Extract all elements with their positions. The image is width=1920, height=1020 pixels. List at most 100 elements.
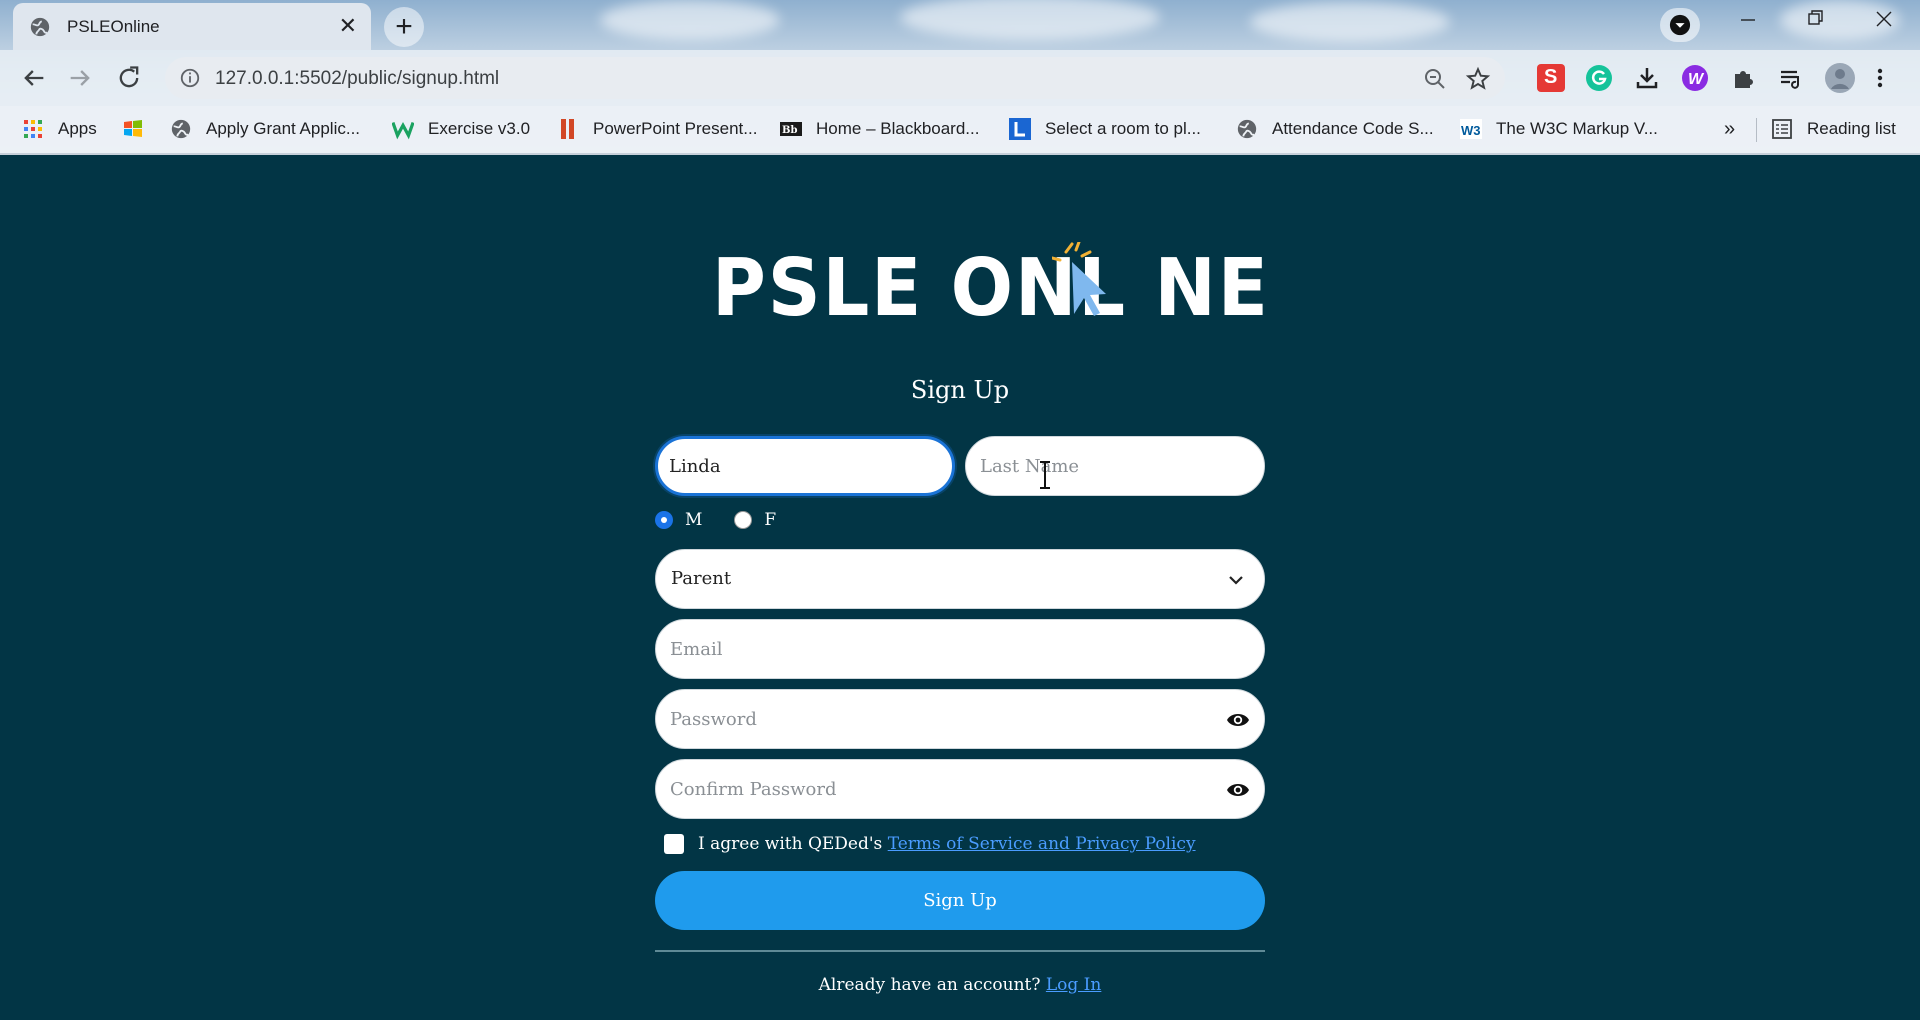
role-select-field[interactable]: Parent xyxy=(655,549,1265,609)
back-arrow-icon[interactable] xyxy=(20,64,48,92)
l-logo-icon xyxy=(1009,118,1031,140)
powerpoint-icon xyxy=(561,119,574,139)
terms-agreement-row: I agree with QEDed's Terms of Service an… xyxy=(664,832,1196,856)
psle-online-logo: PSLE ONL NE xyxy=(712,240,1268,336)
grammarly-icon[interactable] xyxy=(1585,64,1613,92)
puzzle-extensions-icon[interactable] xyxy=(1729,64,1757,92)
password-field[interactable] xyxy=(655,689,1265,749)
download-icon[interactable] xyxy=(1633,64,1661,92)
eye-icon[interactable] xyxy=(1226,709,1250,731)
cursor-click-icon xyxy=(1052,242,1106,316)
globe-icon xyxy=(1237,119,1257,139)
close-tab-icon[interactable]: ✕ xyxy=(339,15,357,37)
form-divider xyxy=(655,950,1265,952)
bookmark-label: PowerPoint Present... xyxy=(593,119,758,138)
w-logo-icon xyxy=(392,121,414,140)
last-name-field[interactable] xyxy=(965,436,1265,496)
avatar[interactable] xyxy=(1824,62,1856,94)
gender-label-m: M xyxy=(685,510,703,530)
bookmark-windows[interactable] xyxy=(122,116,144,142)
svg-text:W3: W3 xyxy=(1461,123,1481,138)
chevron-down-circle-icon xyxy=(1669,14,1691,36)
bookmark-label: Exercise v3.0 xyxy=(428,119,531,138)
globe-icon xyxy=(30,17,50,37)
gender-radio-m[interactable] xyxy=(655,511,673,529)
url-text: 127.0.0.1:5502/public/signup.html xyxy=(215,68,500,89)
text-cursor-icon xyxy=(1040,461,1050,489)
bookmarks-overflow-button[interactable]: » xyxy=(1724,116,1735,142)
bookmark-blackboard[interactable]: Bb Home – Blackboard... xyxy=(780,116,979,142)
apps-grid-icon xyxy=(24,120,42,138)
first-name-input[interactable] xyxy=(658,439,952,493)
email-input[interactable] xyxy=(656,620,1264,678)
close-window-button[interactable] xyxy=(1864,8,1904,38)
bookmark-label: Select a room to pl... xyxy=(1045,119,1201,138)
role-select-value: Parent xyxy=(671,568,732,589)
bookmark-star-icon[interactable] xyxy=(1465,66,1491,92)
sky-cloud xyxy=(900,0,1160,40)
reading-list-label: Reading list xyxy=(1807,119,1896,138)
login-prompt-row: Already have an account? Log In xyxy=(0,975,1920,995)
terms-link[interactable]: Terms of Service and Privacy Policy xyxy=(888,834,1196,854)
terms-label: I agree with QEDed's xyxy=(698,834,888,854)
chevron-down-icon xyxy=(1229,576,1243,585)
forward-arrow-icon[interactable] xyxy=(66,64,94,92)
reading-list-icon xyxy=(1772,119,1792,139)
bookmarks-bar: Apps Apply Grant Applic... Exercise v3.0… xyxy=(0,106,1920,153)
bookmark-powerpoint[interactable]: PowerPoint Present... xyxy=(557,116,757,142)
log-in-link[interactable]: Log In xyxy=(1046,975,1101,995)
sky-cloud xyxy=(600,0,780,40)
tab-title: PSLEOnline xyxy=(67,17,160,36)
gender-radio-f[interactable] xyxy=(734,511,753,529)
zoom-icon[interactable] xyxy=(1423,67,1447,91)
sky-cloud xyxy=(1250,2,1450,42)
bookmark-label: Apps xyxy=(58,119,97,138)
browser-tab[interactable]: PSLEOnline ✕ xyxy=(13,3,371,50)
minimize-button[interactable] xyxy=(1728,8,1768,38)
svg-text:W: W xyxy=(1688,71,1705,88)
bookmark-label: The W3C Markup V... xyxy=(1496,119,1658,138)
gender-label-f: F xyxy=(764,510,777,530)
windows-logo-icon xyxy=(124,120,142,137)
logo-text: PSLE ONL NE xyxy=(712,242,1270,334)
w-extension-icon[interactable]: W xyxy=(1681,64,1709,92)
new-tab-button[interactable]: + xyxy=(384,7,424,47)
bookmark-exercise[interactable]: Exercise v3.0 xyxy=(392,116,530,142)
globe-icon xyxy=(171,119,191,139)
info-icon[interactable] xyxy=(179,67,201,89)
bookmark-apps[interactable]: Apps xyxy=(22,116,97,142)
tab-search-button[interactable] xyxy=(1660,8,1700,42)
gender-radio-group: M F xyxy=(655,508,776,532)
first-name-field[interactable] xyxy=(655,436,955,496)
s-extension-icon[interactable]: S xyxy=(1537,64,1565,92)
bookmark-attendance[interactable]: Attendance Code S... xyxy=(1236,116,1434,142)
more-menu-icon[interactable] xyxy=(1874,64,1886,92)
bookmark-label: Home – Blackboard... xyxy=(816,119,980,138)
reload-icon[interactable] xyxy=(115,64,143,92)
password-input[interactable] xyxy=(656,690,1264,748)
browser-toolbar: 127.0.0.1:5502/public/signup.html S W xyxy=(0,50,1920,106)
eye-icon[interactable] xyxy=(1226,779,1250,801)
blackboard-icon: Bb xyxy=(780,122,802,136)
login-prompt: Already have an account? xyxy=(818,975,1046,995)
sign-up-button[interactable]: Sign Up xyxy=(655,871,1265,930)
reading-list-button[interactable]: Reading list xyxy=(1771,116,1896,142)
page-title: Sign Up xyxy=(910,376,1010,404)
confirm-password-input[interactable] xyxy=(656,760,1264,818)
last-name-input[interactable] xyxy=(966,437,1264,495)
restore-button[interactable] xyxy=(1796,8,1836,38)
tab-strip: PSLEOnline ✕ + xyxy=(0,0,1920,50)
terms-checkbox[interactable] xyxy=(664,834,684,854)
email-field[interactable] xyxy=(655,619,1265,679)
address-bar[interactable]: 127.0.0.1:5502/public/signup.html xyxy=(165,57,1505,99)
bookmark-apply-grant[interactable]: Apply Grant Applic... xyxy=(170,116,360,142)
confirm-password-field[interactable] xyxy=(655,759,1265,819)
bookmark-w3c[interactable]: W3 The W3C Markup V... xyxy=(1460,116,1658,142)
media-control-icon[interactable] xyxy=(1777,64,1805,92)
restore-icon xyxy=(1808,10,1823,25)
bookmark-select-room[interactable]: Select a room to pl... xyxy=(1009,116,1201,142)
bookmark-label: Apply Grant Applic... xyxy=(206,119,361,138)
bookmark-divider xyxy=(1756,118,1757,142)
svg-text:Bb: Bb xyxy=(782,125,797,136)
close-icon xyxy=(1876,11,1892,27)
